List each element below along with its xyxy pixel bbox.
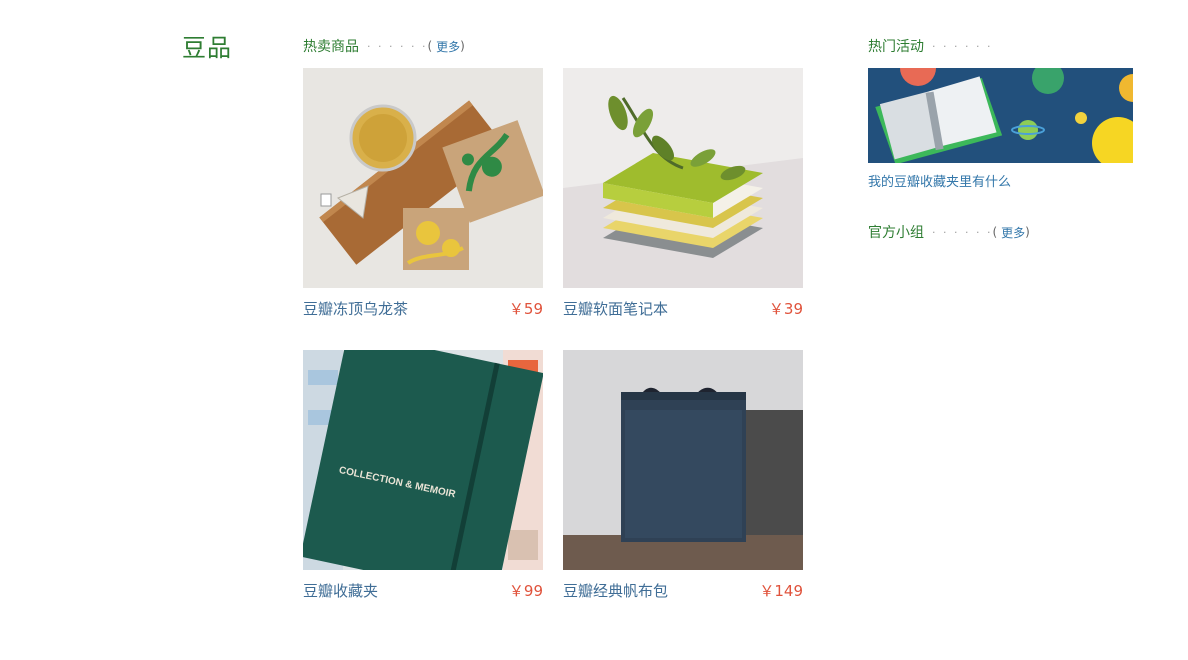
paren-open: ( [992, 225, 998, 239]
paren-open: ( [427, 39, 433, 53]
product-name[interactable]: 豆瓣收藏夹 [303, 580, 378, 601]
product-price: ￥99 [508, 582, 543, 600]
product-card[interactable]: COLLECTION & MEMOIR 豆瓣收藏夹 ￥99 [303, 350, 543, 601]
product-image-collection[interactable]: COLLECTION & MEMOIR [303, 350, 543, 570]
product-card[interactable]: 豆瓣经典帆布包 ￥149 [563, 350, 803, 601]
paren-close: ) [460, 39, 465, 53]
product-image-tea[interactable] [303, 68, 543, 288]
more-link[interactable]: 更多 [436, 38, 460, 55]
header-dots: · · · · · · [932, 225, 993, 239]
activities-title[interactable]: 热门活动 [868, 36, 924, 56]
product-card[interactable]: 豆瓣软面笔记本 ￥39 [563, 68, 803, 319]
product-name[interactable]: 豆瓣经典帆布包 [563, 580, 668, 601]
header-dots: · · · · · · [932, 39, 993, 53]
hot-products-header: 热卖商品 · · · · · · ( 更多 ) [303, 36, 465, 56]
product-image-tote-bag[interactable] [563, 350, 803, 570]
activity-banner[interactable] [868, 68, 1133, 163]
header-dots: · · · · · · [367, 39, 428, 53]
groups-title[interactable]: 官方小组 [868, 222, 924, 242]
product-name[interactable]: 豆瓣软面笔记本 [563, 298, 668, 319]
product-image-notebook[interactable] [563, 68, 803, 288]
hot-products-title[interactable]: 热卖商品 [303, 36, 359, 56]
activities-header: 热门活动 · · · · · · [868, 36, 992, 56]
groups-header: 官方小组 · · · · · · ( 更多 ) [868, 222, 1030, 242]
product-card[interactable]: 豆瓣冻顶乌龙茶 ￥59 [303, 68, 543, 319]
product-price: ￥149 [759, 582, 803, 600]
activity-link[interactable]: 我的豆瓣收藏夹里有什么 [868, 171, 1011, 190]
more-link[interactable]: 更多 [1001, 224, 1025, 241]
product-price: ￥59 [508, 300, 543, 318]
product-name[interactable]: 豆瓣冻顶乌龙茶 [303, 298, 408, 319]
paren-close: ) [1025, 225, 1030, 239]
product-price: ￥39 [768, 300, 803, 318]
section-title: 豆品 [182, 34, 232, 62]
